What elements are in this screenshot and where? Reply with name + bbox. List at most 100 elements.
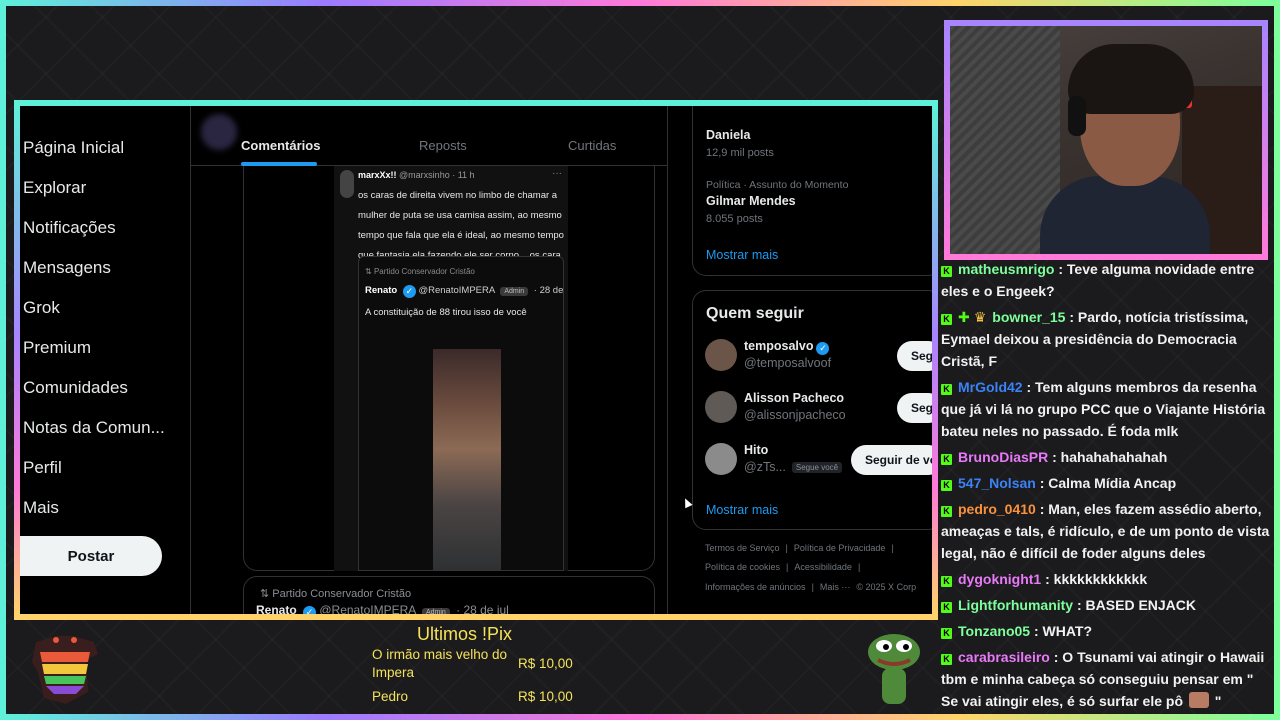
follow-user-name[interactable]: Hito	[744, 443, 768, 457]
tweet-handle-time: @marxsinho · 11 h	[399, 170, 475, 180]
follow-user-avatar[interactable]	[705, 391, 737, 423]
pix-entry: Pedro R$ 10,00	[372, 688, 582, 706]
trend-item-1-name[interactable]: Daniela	[706, 128, 750, 142]
follow-user-handle: @temposalvoof	[744, 356, 832, 370]
admin-badge: Admin	[421, 608, 450, 614]
chat-message: K 547_Nolsan : Calma Mídia Ancap	[941, 472, 1273, 494]
chat-username[interactable]: BrunoDiasPR	[958, 449, 1048, 465]
who-to-follow-show-more[interactable]: Mostrar mais	[706, 503, 778, 517]
cookies-link[interactable]: Política de cookies	[705, 562, 780, 572]
trend-item-2-name[interactable]: Gilmar Mendes	[706, 194, 796, 208]
follow-user-handle: @alissonjpacheco	[744, 408, 846, 422]
quoted-text: A constituição de 88 tirou isso de você	[365, 307, 527, 318]
chat-message: K ✚ ♛ bowner_15 : Pardo, notícia tristíssim…	[941, 306, 1273, 372]
follow-user-name[interactable]: Alisson Pacheco	[744, 391, 844, 405]
kick-badge-icon: K	[941, 628, 952, 639]
footer-links-row-1: Termos de Serviço | Política de Privacidad…	[705, 543, 894, 553]
follow-user-handle-line: @zTs... Segue você	[744, 460, 843, 474]
follow-user-avatar[interactable]	[705, 339, 737, 371]
next-post-party: ⇅ Partido Conservador Cristão	[260, 588, 412, 600]
next-post-author-line: Renato ✓ @RenatoIMPERA Admin · 28 de jul	[256, 603, 509, 617]
tab-comments[interactable]: Comentários	[241, 138, 320, 153]
trend-item-1-posts: 12,9 mil posts	[706, 147, 774, 159]
admin-badge: Admin	[500, 287, 529, 296]
tab-likes[interactable]: Curtidas	[568, 138, 616, 153]
follow-user-name[interactable]: temposalvo ✓	[744, 339, 830, 355]
terms-link[interactable]: Termos de Serviço	[705, 543, 780, 553]
kick-badge-icon: K	[941, 454, 952, 465]
follow-button[interactable]: Segu	[897, 341, 932, 371]
timeline-column: Comentários Reposts Curtidas marxXx!! @m…	[190, 106, 668, 614]
nav-premium[interactable]: Premium	[23, 338, 91, 358]
more-dots-icon: ···	[552, 168, 562, 179]
left-navigation: Página Inicial Explorar Notificações Men…	[20, 106, 190, 614]
embedded-tweet-screenshot[interactable]: marxXx!! @marxsinho · 11 h ··· os caras …	[334, 166, 568, 571]
who-to-follow-title: Quem seguir	[706, 305, 804, 322]
chat-message: K Lightforhumanity : BASED ENJACK	[941, 594, 1273, 616]
media-attachment[interactable]: marxXx!! @marxsinho · 11 h ··· os caras …	[243, 166, 655, 571]
chat-username[interactable]: Lightforhumanity	[958, 597, 1073, 613]
tweet-header: marxXx!! @marxsinho · 11 h	[358, 170, 475, 180]
tweet-author: marxXx!!	[358, 170, 397, 180]
ads-info-link[interactable]: Informações de anúncios	[705, 582, 806, 592]
verified-icon: ✓	[303, 606, 317, 614]
who-to-follow-card: Quem seguir temposalvo ✓ @temposalvoof Se…	[692, 290, 932, 530]
chat-username[interactable]: dygoknight1	[958, 571, 1041, 587]
chat-username[interactable]: matheusmrigo	[958, 261, 1054, 277]
quoted-author-line: Renato ✓ @RenatoIMPERA Admin · 28 de jul	[365, 285, 564, 298]
chat-username[interactable]: carabrasileiro	[958, 649, 1050, 665]
chat-username[interactable]: Tonzano05	[958, 623, 1030, 639]
pepe-frog-icon	[868, 634, 920, 704]
nav-profile[interactable]: Perfil	[23, 458, 62, 478]
copyright: © 2025 X Corp	[856, 582, 917, 592]
kick-badge-icon: K	[941, 602, 952, 613]
pix-donor-name: O irmão mais velho do Impera	[372, 647, 508, 680]
pix-amount: R$ 10,00	[518, 689, 573, 704]
pix-amount: R$ 10,00	[518, 656, 573, 671]
nav-more[interactable]: Mais	[23, 498, 59, 518]
tab-bar: Comentários Reposts Curtidas	[191, 106, 667, 166]
crown-badge-icon: ♛	[973, 309, 987, 325]
nav-communities[interactable]: Comunidades	[23, 378, 128, 398]
next-post[interactable]: ⇅ Partido Conservador Cristão Renato ✓ @…	[243, 576, 655, 617]
chat-username[interactable]: pedro_0410	[958, 501, 1036, 517]
chat-message: K Tonzano05 : WHAT?	[941, 620, 1273, 642]
sub-badge-icon: ✚	[958, 309, 970, 325]
nav-messages[interactable]: Mensagens	[23, 258, 111, 278]
post-button[interactable]: Postar	[20, 536, 162, 576]
blurred-avatar	[201, 114, 237, 150]
nav-explore[interactable]: Explorar	[23, 178, 86, 198]
privacy-link[interactable]: Política de Privacidade	[794, 543, 886, 553]
next-post-author: Renato	[256, 603, 297, 617]
chat-username[interactable]: 547_Nolsan	[958, 475, 1036, 491]
nav-notifications[interactable]: Notificações	[23, 218, 116, 238]
nav-grok[interactable]: Grok	[23, 298, 60, 318]
chat-panel: Kmatheusmrigo : Teve alguma novidade ent…	[941, 258, 1273, 718]
nav-community-notes[interactable]: Notas da Comun...	[23, 418, 165, 438]
pix-title: Ultimos !Pix	[417, 624, 513, 644]
pix-donor-name: Pedro	[372, 689, 409, 704]
more-link[interactable]: Mais ···	[820, 582, 851, 592]
nav-home[interactable]: Página Inicial	[23, 138, 124, 158]
next-post-date: · 28 de jul	[456, 603, 509, 617]
captured-browser: Página Inicial Explorar Notificações Men…	[14, 100, 938, 620]
trends-show-more[interactable]: Mostrar mais	[706, 248, 778, 262]
tab-reposts[interactable]: Reposts	[419, 138, 467, 153]
quoted-party: ⇅ Partido Conservador Cristão	[365, 267, 475, 276]
trend-item-2-context: Política · Assunto do Momento	[706, 179, 849, 191]
quoted-date: · 28 de jul	[533, 285, 564, 296]
follow-back-button[interactable]: Seguir de vo	[851, 445, 932, 475]
chat-text: : BASED ENJACK	[1077, 597, 1197, 613]
trends-card: Daniela 12,9 mil posts Política · Assunt…	[692, 106, 932, 276]
kick-badge-icon: K	[941, 266, 952, 277]
chat-username[interactable]: MrGold42	[958, 379, 1023, 395]
accessibility-link[interactable]: Acessibilidade	[794, 562, 852, 572]
follow-button[interactable]: Segu	[897, 393, 932, 423]
tweet-avatar	[340, 170, 354, 198]
chat-text: : Pardo, notícia tristíssima, Eymael dei…	[941, 309, 1249, 369]
webcam-feed	[944, 20, 1268, 260]
chat-username[interactable]: bowner_15	[992, 309, 1065, 325]
chat-message: K BrunoDiasPR : hahahahahahah	[941, 446, 1273, 468]
kick-badge-icon: K	[941, 384, 952, 395]
follow-user-avatar[interactable]	[705, 443, 737, 475]
